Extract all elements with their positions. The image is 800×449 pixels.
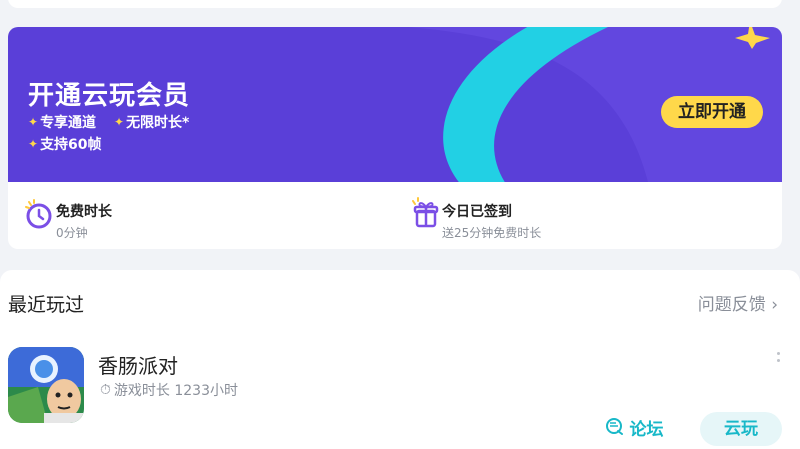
section-title: 最近玩过 (8, 294, 85, 316)
cloud-play-button[interactable]: 云玩 (700, 412, 782, 446)
feedback-link[interactable]: 问题反馈 › (698, 290, 778, 315)
feature-1: ✦ 专享通道 (28, 115, 97, 131)
vip-banner[interactable]: 开通云玩会员 ✦ 专享通道 ✦ 无限时长* ✦ 支持60帧 立即开通 (8, 27, 782, 182)
playtime: ⏱ 游戏时长 1233小时 (100, 382, 239, 399)
forum-button[interactable]: 论坛 (596, 410, 672, 444)
free-time-label: 免费时长 (56, 204, 112, 220)
clock-icon (24, 197, 56, 231)
sparkle-icon: ✦ (114, 115, 125, 129)
free-time-value: 0分钟 (56, 226, 88, 240)
checkin-stat[interactable]: 今日已签到 送25分钟免费时长 (410, 197, 541, 241)
open-membership-button[interactable]: 立即开通 (661, 96, 763, 128)
recent-section: 最近玩过 问题反馈 › 香肠派对 ⏱ 游戏时长 1233小时 论坛 云玩 (0, 270, 800, 449)
gift-icon (410, 197, 442, 231)
game-icon[interactable] (8, 347, 84, 423)
sparkle-icon: ✦ (28, 137, 39, 151)
chat-icon (605, 418, 623, 435)
checkin-label: 今日已签到 (442, 204, 512, 220)
more-options-icon[interactable] (774, 352, 782, 372)
vip-card: 开通云玩会员 ✦ 专享通道 ✦ 无限时长* ✦ 支持60帧 立即开通 免费时长 … (8, 27, 782, 249)
chevron-right-icon: › (771, 295, 778, 315)
feature-3: ✦ 支持60帧 (28, 137, 102, 153)
timer-icon: ⏱ (100, 382, 111, 398)
vip-title: 开通云玩会员 (28, 81, 191, 111)
sparkle-icon: ✦ (28, 115, 39, 129)
free-time-stat[interactable]: 免费时长 0分钟 (24, 197, 112, 241)
feature-2: ✦ 无限时长* (114, 115, 190, 131)
previous-card (8, 0, 782, 8)
checkin-sub: 送25分钟免费时长 (442, 226, 542, 240)
game-name[interactable]: 香肠派对 (98, 350, 178, 379)
